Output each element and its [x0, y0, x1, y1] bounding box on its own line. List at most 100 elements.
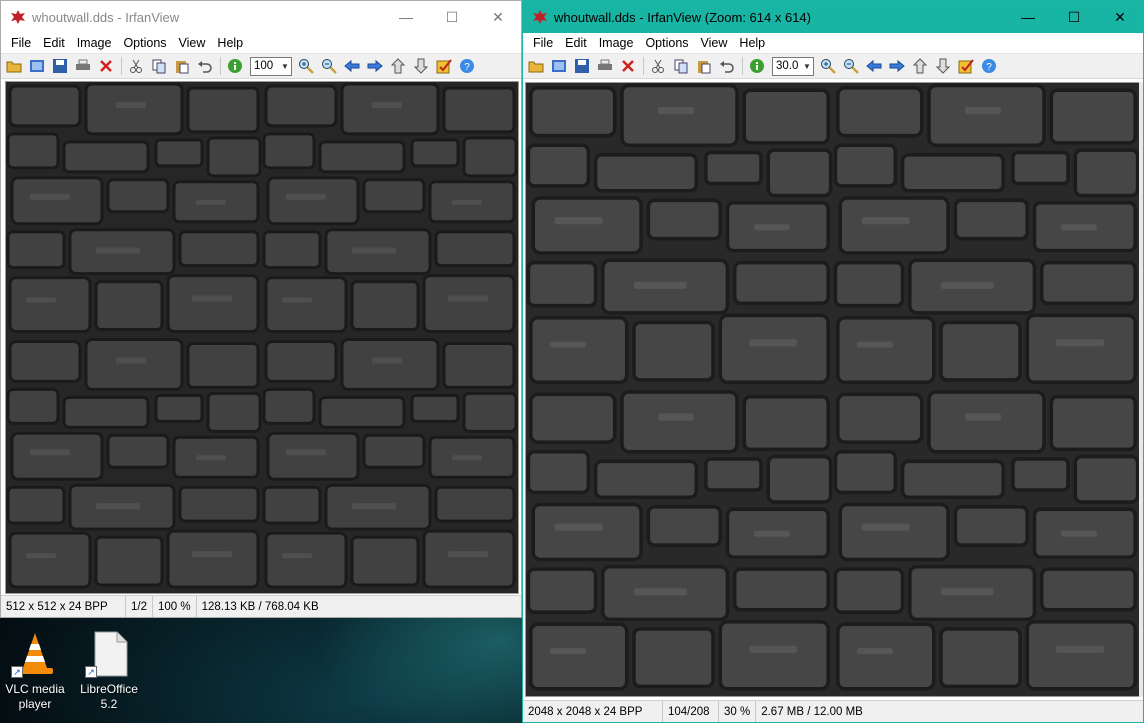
- stone-wall-image: [6, 82, 518, 593]
- title-bar[interactable]: whoutwall.dds - IrfanView — ☐ ✕: [1, 1, 521, 33]
- window-title: whoutwall.dds - IrfanView (Zoom: 614 x 6…: [554, 9, 811, 25]
- info-button[interactable]: [224, 55, 246, 77]
- menu-help[interactable]: Help: [211, 36, 249, 50]
- info-icon: [750, 59, 764, 73]
- properties-icon: [958, 59, 974, 74]
- open-button[interactable]: [525, 55, 547, 77]
- desktop-icon-vlc[interactable]: ↗ VLC media player: [0, 630, 70, 712]
- zoom-out-icon: [322, 59, 337, 74]
- menu-image[interactable]: Image: [593, 36, 640, 50]
- shortcut-arrow-icon: ↗: [85, 666, 97, 678]
- cut-button[interactable]: [647, 55, 669, 77]
- menu-options[interactable]: Options: [117, 36, 172, 50]
- status-zoom: 30 %: [719, 701, 757, 722]
- page-up-button[interactable]: [909, 55, 931, 77]
- minimize-button[interactable]: —: [383, 1, 429, 33]
- delete-button[interactable]: [95, 55, 117, 77]
- status-zoom: 100 %: [153, 596, 197, 617]
- menu-bar: File Edit Image Options View Help: [1, 33, 521, 53]
- properties-button[interactable]: [433, 55, 455, 77]
- save-icon: [575, 59, 589, 73]
- page-down-button[interactable]: [932, 55, 954, 77]
- previous-button[interactable]: [341, 55, 363, 77]
- save-button[interactable]: [571, 55, 593, 77]
- properties-button[interactable]: [955, 55, 977, 77]
- toolbar-separator: [220, 57, 221, 75]
- zoom-in-button[interactable]: [295, 55, 317, 77]
- cut-button[interactable]: [125, 55, 147, 77]
- next-icon: [367, 59, 383, 73]
- zoom-combobox[interactable]: 30.0 ▼: [772, 56, 814, 76]
- minimize-icon: —: [1021, 9, 1035, 25]
- help-button[interactable]: ?: [978, 55, 1000, 77]
- irfanview-window-inactive[interactable]: whoutwall.dds - IrfanView — ☐ ✕ File Edi…: [0, 0, 522, 618]
- menu-view[interactable]: View: [173, 36, 212, 50]
- print-button[interactable]: [72, 55, 94, 77]
- image-viewport[interactable]: [525, 82, 1141, 697]
- next-button[interactable]: [364, 55, 386, 77]
- status-filesize: 128.13 KB / 768.04 KB: [201, 600, 319, 613]
- copy-button[interactable]: [670, 55, 692, 77]
- thumbnails-button[interactable]: [548, 55, 570, 77]
- page-up-button[interactable]: [387, 55, 409, 77]
- delete-button[interactable]: [617, 55, 639, 77]
- menu-edit[interactable]: Edit: [37, 36, 71, 50]
- print-button[interactable]: [594, 55, 616, 77]
- print-icon: [598, 59, 612, 70]
- minimize-button[interactable]: —: [1005, 1, 1051, 33]
- copy-icon: [152, 59, 166, 74]
- irfanview-window-active[interactable]: whoutwall.dds - IrfanView (Zoom: 614 x 6…: [522, 0, 1144, 723]
- paste-icon: [176, 61, 189, 74]
- copy-button[interactable]: [148, 55, 170, 77]
- menu-edit[interactable]: Edit: [559, 36, 593, 50]
- paste-button[interactable]: [171, 55, 193, 77]
- libreoffice-document-icon: ↗: [85, 630, 133, 678]
- zoom-out-button[interactable]: [840, 55, 862, 77]
- paste-button[interactable]: [693, 55, 715, 77]
- open-button[interactable]: [3, 55, 25, 77]
- window-title: whoutwall.dds - IrfanView: [32, 9, 180, 25]
- thumbnails-button[interactable]: [26, 55, 48, 77]
- help-icon: ?: [982, 59, 996, 73]
- status-bar: 2048 x 2048 x 24 BPP 104/208 30 % 2.67 M…: [523, 700, 1143, 722]
- image-viewport[interactable]: [5, 81, 519, 594]
- previous-icon: [866, 59, 882, 73]
- desktop-icon-label: VLC media: [5, 682, 65, 696]
- save-button[interactable]: [49, 55, 71, 77]
- undo-button[interactable]: [716, 55, 738, 77]
- zoom-out-button[interactable]: [318, 55, 340, 77]
- close-button[interactable]: ✕: [1097, 1, 1143, 33]
- menu-view[interactable]: View: [695, 36, 734, 50]
- zoom-combobox[interactable]: 100 ▼: [250, 56, 292, 76]
- delete-icon: [622, 60, 634, 72]
- desktop-icon-libreoffice[interactable]: ↗ LibreOffice 5.2: [74, 630, 144, 712]
- scrollbar[interactable]: [1139, 82, 1143, 697]
- zoom-in-button[interactable]: [817, 55, 839, 77]
- undo-button[interactable]: [194, 55, 216, 77]
- title-bar[interactable]: whoutwall.dds - IrfanView (Zoom: 614 x 6…: [523, 1, 1143, 33]
- maximize-button[interactable]: ☐: [1051, 1, 1097, 33]
- status-page: 104/208: [663, 701, 719, 722]
- page-down-button[interactable]: [410, 55, 432, 77]
- help-button[interactable]: ?: [456, 55, 478, 77]
- maximize-button[interactable]: ☐: [429, 1, 475, 33]
- help-icon: ?: [460, 59, 474, 73]
- next-button[interactable]: [886, 55, 908, 77]
- close-button[interactable]: ✕: [475, 1, 521, 33]
- page-up-icon: [912, 58, 928, 74]
- chevron-down-icon: ▼: [281, 61, 289, 71]
- menu-help[interactable]: Help: [733, 36, 771, 50]
- desktop-icon-label: LibreOffice: [80, 682, 138, 696]
- menu-file[interactable]: File: [5, 36, 37, 50]
- save-icon: [53, 59, 67, 73]
- page-down-icon: [935, 58, 951, 74]
- close-icon: ✕: [492, 8, 504, 25]
- menu-image[interactable]: Image: [71, 36, 118, 50]
- chevron-down-icon: ▼: [803, 61, 811, 71]
- info-button[interactable]: [746, 55, 768, 77]
- menu-file[interactable]: File: [527, 36, 559, 50]
- stone-wall-image: [526, 83, 1140, 696]
- previous-button[interactable]: [863, 55, 885, 77]
- menu-bar: File Edit Image Options View Help: [523, 33, 1143, 53]
- menu-options[interactable]: Options: [639, 36, 694, 50]
